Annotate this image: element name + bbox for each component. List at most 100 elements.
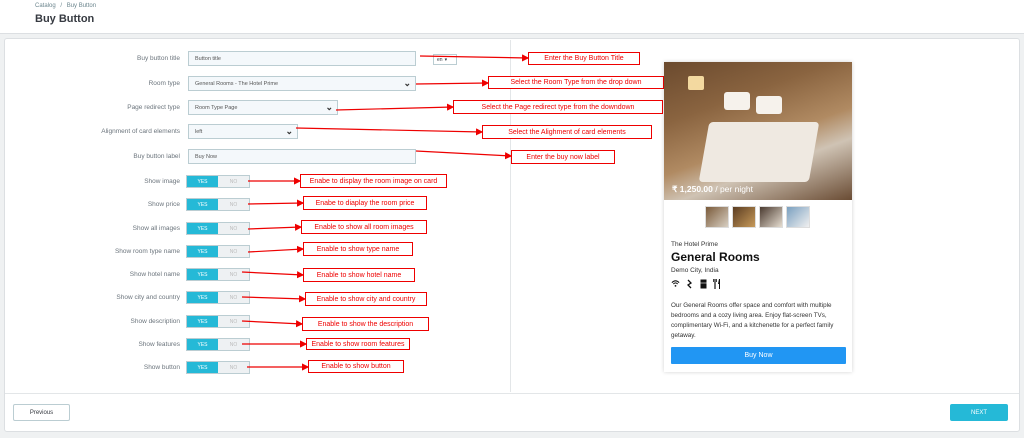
toggle-no[interactable]: NO	[218, 316, 249, 327]
language-select[interactable]: en ▾	[433, 54, 457, 65]
show-price-toggle[interactable]: YES NO	[186, 198, 250, 211]
room-type-name: General Rooms	[671, 250, 760, 264]
page-title: Buy Button	[35, 13, 95, 25]
toggle-yes[interactable]: YES	[187, 223, 218, 234]
buy-button-label-label: Buy button label	[133, 153, 180, 160]
show-hotel-name-label: Show hotel name	[129, 271, 180, 278]
chevron-down-icon: ⌄	[285, 126, 293, 136]
show-room-type-name-label: Show room type name	[114, 248, 180, 255]
annotation-note: Enable to show button	[308, 360, 404, 373]
breadcrumb-current: Buy Button	[66, 3, 97, 9]
column-divider	[510, 40, 511, 392]
bed-shape	[698, 122, 820, 182]
show-description-label: Show description	[130, 318, 181, 325]
room-thumbnail[interactable]	[759, 206, 783, 228]
annotation-note: Enable to show all room images	[301, 220, 427, 234]
annotation-note: Enable to show hotel name	[303, 268, 415, 282]
restaurant-icon	[713, 279, 721, 291]
room-card-preview: ₹ 1,250.00 / per night The Hotel Prime G…	[664, 62, 852, 372]
show-button-toggle[interactable]: YES NO	[186, 361, 250, 374]
breadcrumb-catalog[interactable]: Catalog	[35, 3, 56, 9]
toggle-yes[interactable]: YES	[187, 199, 218, 210]
show-button-label: Show button	[143, 364, 180, 371]
hair-dryer-icon	[686, 279, 694, 291]
annotation-note: Enable to show city and country	[305, 292, 427, 306]
pillow-shape	[724, 92, 750, 110]
alignment-select[interactable]: left ⌄	[188, 124, 298, 139]
buy-now-button[interactable]: Buy Now	[671, 347, 846, 364]
toggle-yes[interactable]: YES	[187, 292, 218, 303]
room-features	[671, 279, 721, 291]
annotation-note: Select the Alighment of card elements	[482, 125, 652, 139]
city-country: Demo City, India	[671, 267, 719, 274]
alignment-value: left	[195, 128, 203, 135]
toggle-yes[interactable]: YES	[187, 339, 218, 350]
footer-divider	[5, 393, 1019, 394]
show-image-toggle[interactable]: YES NO	[186, 175, 250, 188]
show-city-and-country-toggle[interactable]: YES NO	[186, 291, 250, 304]
show-description-toggle[interactable]: YES NO	[186, 315, 250, 328]
annotation-note: Select the Page redirect type from the d…	[453, 100, 663, 114]
show-features-label: Show features	[138, 341, 180, 348]
chevron-down-icon: ⌄	[403, 78, 411, 88]
toggle-no[interactable]: NO	[218, 362, 249, 373]
price-amount: ₹ 1,250.00	[672, 184, 713, 194]
show-price-label: Show price	[147, 201, 180, 208]
buy-button-title-label: Buy button title	[137, 55, 180, 62]
show-all-images-label: Show all images	[132, 225, 180, 232]
previous-button[interactable]: Previous	[13, 404, 70, 421]
buy-button-label-value: Buy Now	[195, 153, 218, 160]
alignment-label: Alignment of card elements	[101, 128, 180, 135]
pillow-shape	[756, 96, 782, 114]
lamp-shape	[688, 76, 704, 90]
show-features-toggle[interactable]: YES NO	[186, 338, 250, 351]
show-image-label: Show image	[144, 178, 180, 185]
toggle-yes[interactable]: YES	[187, 246, 218, 257]
room-type-value: General Rooms - The Hotel Prime	[195, 80, 279, 87]
buy-button-label-input[interactable]: Buy Now	[188, 149, 416, 164]
annotation-note: Enabe to diaplay the room price	[303, 196, 427, 210]
toggle-no[interactable]: NO	[218, 246, 249, 257]
language-value: en	[437, 56, 443, 63]
annotation-note: Enable to show the description	[302, 317, 429, 331]
page-redirect-type-select[interactable]: Room Type Page ⌄	[188, 100, 338, 115]
annotation-note: Select the Room Type from the drop down	[488, 76, 664, 89]
breadcrumb-separator: /	[60, 3, 63, 9]
annotation-note: Enabe to display the room image on card	[300, 174, 447, 188]
chevron-down-icon: ⌄	[325, 102, 333, 112]
annotation-note: Enter the Buy Button Title	[528, 52, 640, 65]
form-card	[4, 38, 1020, 432]
buy-button-title-value: Button title	[195, 55, 221, 62]
toggle-no[interactable]: NO	[218, 176, 249, 187]
next-button[interactable]: NEXT	[950, 404, 1008, 421]
show-all-images-toggle[interactable]: YES NO	[186, 222, 250, 235]
toggle-yes[interactable]: YES	[187, 362, 218, 373]
fridge-icon	[700, 279, 707, 291]
toggle-yes[interactable]: YES	[187, 316, 218, 327]
chevron-down-icon: ▾	[444, 56, 448, 63]
room-thumbnail[interactable]	[705, 206, 729, 228]
toggle-no[interactable]: NO	[218, 339, 249, 350]
room-description: Our General Rooms offer space and comfor…	[671, 302, 834, 339]
toggle-no[interactable]: NO	[218, 292, 249, 303]
buy-button-title-input[interactable]: Button title	[188, 51, 416, 66]
page-redirect-type-label: Page redirect type	[127, 104, 180, 111]
toggle-no[interactable]: NO	[218, 223, 249, 234]
toggle-yes[interactable]: YES	[187, 269, 218, 280]
room-thumbnails	[705, 206, 810, 228]
toggle-no[interactable]: NO	[218, 269, 249, 280]
annotation-note: Enable to show room features	[306, 338, 410, 350]
room-image: ₹ 1,250.00 / per night	[664, 62, 852, 200]
show-city-and-country-label: Show city and country	[116, 294, 180, 301]
toggle-no[interactable]: NO	[218, 199, 249, 210]
show-room-type-name-toggle[interactable]: YES NO	[186, 245, 250, 258]
room-thumbnail[interactable]	[786, 206, 810, 228]
breadcrumb: Catalog / Buy Button	[35, 3, 99, 9]
toggle-yes[interactable]: YES	[187, 176, 218, 187]
price-per-night: / per night	[712, 184, 754, 194]
annotation-note: Enter the buy now label	[511, 150, 615, 164]
show-hotel-name-toggle[interactable]: YES NO	[186, 268, 250, 281]
room-thumbnail[interactable]	[732, 206, 756, 228]
header-bar: Catalog / Buy Button Buy Button	[0, 0, 1024, 34]
room-type-select[interactable]: General Rooms - The Hotel Prime ⌄	[188, 76, 416, 91]
